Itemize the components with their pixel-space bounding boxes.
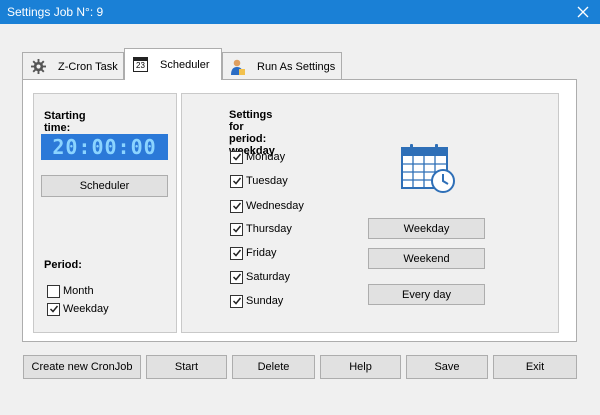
check-icon [232,153,241,161]
starting-time-label: Starting time: [44,110,86,134]
check-icon [232,177,241,185]
checkbox-box [230,174,243,188]
calendar-23-icon: 23 [133,57,148,72]
period-weekday-checkbox[interactable]: Weekday [47,302,109,316]
check-icon [232,225,241,233]
checkbox-box [47,302,60,316]
checkbox-label: Saturday [246,271,291,283]
checkbox-box [230,199,243,213]
period-label: Period: [44,259,82,271]
checkbox-box [230,246,243,260]
checkbox-label: Month [63,285,94,297]
tab-label: Run As Settings [257,60,336,73]
day-tuesday-checkbox[interactable]: Tuesday [230,174,288,188]
check-icon [232,297,241,305]
help-button[interactable]: Help [320,355,401,379]
check-icon [232,249,241,257]
user-icon [231,59,245,75]
day-friday-checkbox[interactable]: Friday [230,246,277,260]
tab-run-as-settings[interactable]: Run As Settings [222,52,342,80]
exit-button[interactable]: Exit [493,355,577,379]
day-sunday-checkbox[interactable]: Sunday [230,294,283,308]
calendar-clock-icon [401,144,455,193]
period-month-checkbox[interactable]: Month [47,284,94,298]
every-day-button[interactable]: Every day [368,284,485,305]
checkbox-box [230,150,243,164]
close-button[interactable] [566,0,600,24]
scheduler-button[interactable]: Scheduler [41,175,168,197]
day-saturday-checkbox[interactable]: Saturday [230,270,290,284]
day-monday-checkbox[interactable]: Monday [230,150,285,164]
tab-label: Z-Cron Task [58,60,118,73]
checkbox-label: Thursday [246,223,292,235]
tab-z-cron-task[interactable]: Z-Cron Task [22,52,124,80]
delete-button[interactable]: Delete [232,355,315,379]
checkbox-label: Weekday [63,303,109,315]
close-icon [577,6,589,18]
checkbox-label: Sunday [246,295,284,307]
checkbox-label: Wednesday [246,200,304,212]
starting-time-display[interactable]: 20:00:00 [41,134,168,160]
weekday-button[interactable]: Weekday [368,218,485,239]
checkbox-box [230,270,243,284]
start-button[interactable]: Start [146,355,227,379]
window-title: Settings Job N°: 9 [7,5,104,19]
gear-icon [31,59,46,74]
title-bar: Settings Job N°: 9 [0,0,600,24]
check-icon [232,273,241,281]
weekend-button[interactable]: Weekend [368,248,485,269]
check-icon [232,202,241,210]
checkbox-label: Monday [246,151,286,163]
checkbox-label: Friday [246,247,277,259]
day-wednesday-checkbox[interactable]: Wednesday [230,199,304,213]
checkbox-box [47,284,60,298]
checkbox-box [230,294,243,308]
tab-label: Scheduler [160,58,210,71]
day-thursday-checkbox[interactable]: Thursday [230,222,292,236]
checkbox-box [230,222,243,236]
tab-scheduler[interactable]: 23 Scheduler [124,48,222,80]
save-button[interactable]: Save [406,355,488,379]
checkbox-label: Tuesday [246,175,288,187]
check-icon [49,305,58,313]
create-new-cronjob-button[interactable]: Create new CronJob [23,355,141,379]
